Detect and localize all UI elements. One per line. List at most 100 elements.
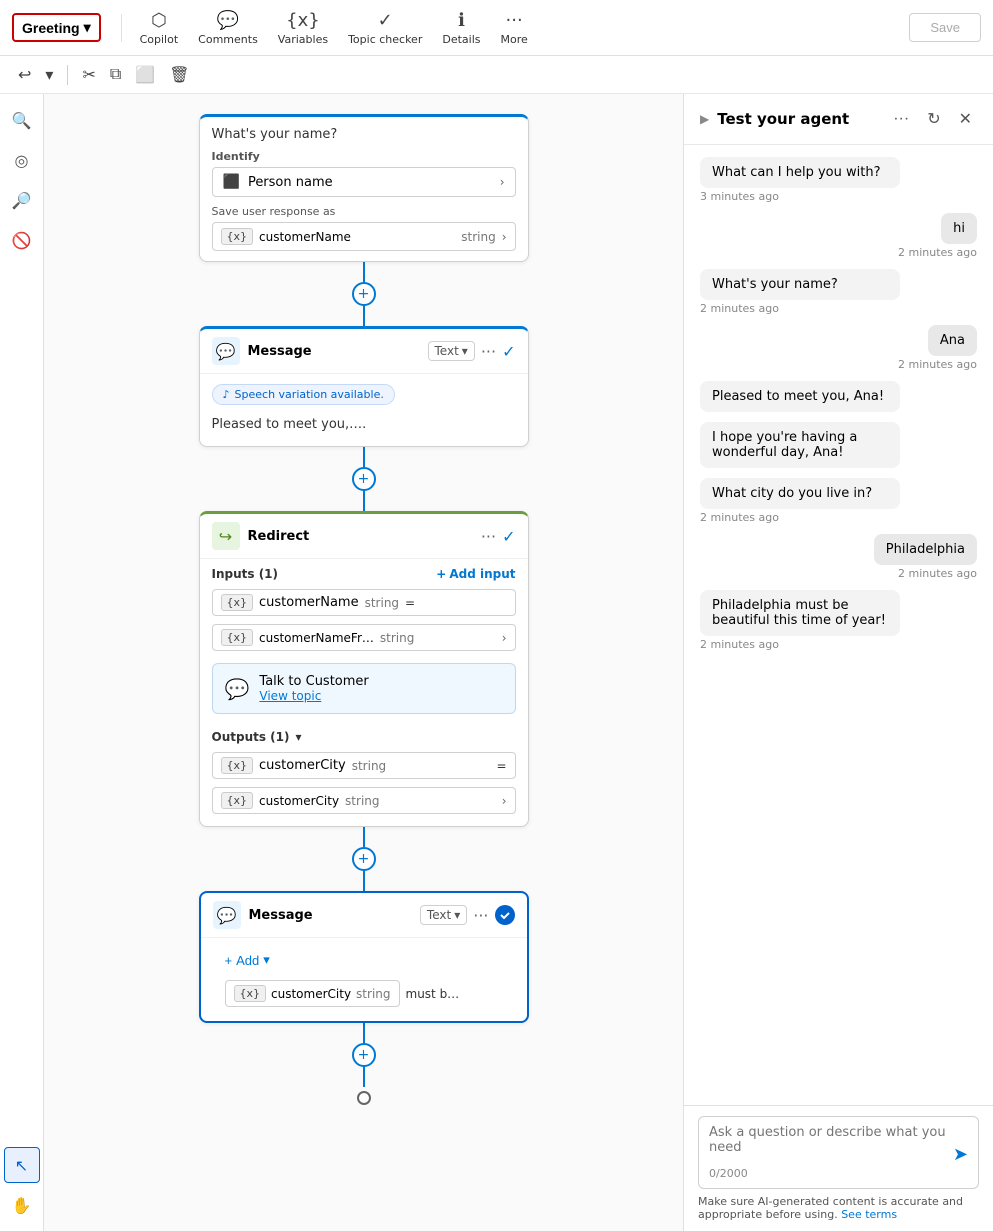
text-label-2: Text bbox=[427, 908, 451, 922]
chat-input-box: ➤ 0/2000 bbox=[698, 1116, 979, 1189]
output-var-1: customerCity bbox=[259, 758, 346, 773]
add-node-button-1[interactable]: + bbox=[352, 282, 376, 306]
identify-label: Identify bbox=[212, 150, 516, 163]
add-node-button-3[interactable]: + bbox=[352, 847, 376, 871]
chat-msg-7: What city do you live in? 2 minutes ago bbox=[700, 478, 977, 524]
chat-msg-8: Philadelphia 2 minutes ago bbox=[700, 534, 977, 580]
inputs-label: Inputs (1) bbox=[212, 567, 279, 581]
outputs-label: Outputs (1) bbox=[212, 730, 290, 744]
zoom-out-button[interactable]: 🔎 bbox=[4, 182, 40, 218]
text-dropdown-arrow-1: ▾ bbox=[462, 344, 468, 358]
output-row-1-inner[interactable]: {x} customerCity string = bbox=[212, 752, 516, 779]
chat-bubble-left-3: What's your name? bbox=[700, 269, 900, 300]
message-node-1-menu[interactable]: ··· bbox=[481, 342, 496, 361]
more-icon: ··· bbox=[506, 10, 523, 31]
identify-row[interactable]: ⬛ Person name › bbox=[212, 167, 516, 197]
chat-time-7: 2 minutes ago bbox=[700, 511, 977, 524]
message-node-2-body: + Add ▾ {x} customerCity string must b… bbox=[201, 938, 527, 1021]
main-layout: 🔍 ◎ 🔎 🚫 ↖ ✋ What's your name? Identify ⬛… bbox=[0, 94, 993, 1231]
add-row: + Add ▾ bbox=[213, 948, 515, 976]
input-var-2: customerNameFr… bbox=[259, 631, 374, 645]
details-button[interactable]: ℹ Details bbox=[432, 6, 490, 50]
copilot-button[interactable]: ⬡ Copilot bbox=[130, 6, 189, 50]
input-type-1: string bbox=[365, 596, 399, 610]
block-button[interactable]: 🚫 bbox=[4, 222, 40, 258]
chat-char-count: 0/2000 bbox=[709, 1167, 968, 1180]
input-var-badge-1: {x} bbox=[221, 594, 254, 611]
variables-button[interactable]: {x} Variables bbox=[268, 6, 338, 50]
connector-line bbox=[363, 1023, 365, 1043]
chat-bubble-left-6: I hope you're having a wonderful day, An… bbox=[700, 422, 900, 468]
cursor-button[interactable]: ↖ bbox=[4, 1147, 40, 1183]
add-node-button-end[interactable]: + bbox=[352, 1043, 376, 1067]
add-input-button[interactable]: + Add input bbox=[436, 567, 515, 581]
save-button[interactable]: Save bbox=[909, 13, 981, 42]
topic-checker-button[interactable]: ✓ Topic checker bbox=[338, 6, 432, 50]
see-terms-link[interactable]: See terms bbox=[841, 1208, 897, 1221]
connector-end: + bbox=[104, 1023, 623, 1109]
message-node-2-menu[interactable]: ··· bbox=[473, 906, 488, 925]
chat-bubble-left-7: What city do you live in? bbox=[700, 478, 900, 509]
chip-var[interactable]: {x} customerCity string bbox=[225, 980, 400, 1007]
delete-button[interactable]: 🗑 bbox=[163, 61, 195, 89]
text-dropdown-1[interactable]: Text ▾ bbox=[428, 341, 475, 361]
output-row-1: {x} customerCity string = bbox=[200, 748, 528, 783]
copy-button[interactable]: ⧉ bbox=[104, 62, 127, 88]
zoom-in-button[interactable]: 🔍 bbox=[4, 102, 40, 138]
message-node-1-check: ✓ bbox=[502, 342, 515, 361]
comments-button[interactable]: 💬 Comments bbox=[188, 6, 268, 50]
chat-msg-1: What can I help you with? 3 minutes ago bbox=[700, 157, 977, 203]
var-arrow-icon: › bbox=[502, 230, 507, 244]
left-sidebar: 🔍 ◎ 🔎 🚫 ↖ ✋ bbox=[0, 94, 44, 1231]
chat-input-inner: ➤ bbox=[709, 1125, 968, 1165]
greeting-button[interactable]: Greeting ▾ bbox=[12, 13, 101, 42]
topic-checker-icon: ✓ bbox=[378, 10, 393, 31]
message-icon-2: 💬 bbox=[213, 901, 241, 929]
chat-input-area: ➤ 0/2000 Make sure AI-generated content … bbox=[684, 1105, 993, 1231]
chat-time-9: 2 minutes ago bbox=[700, 638, 977, 651]
view-topic-link[interactable]: View topic bbox=[259, 689, 368, 703]
input-row-1-inner[interactable]: {x} customerName string = bbox=[212, 589, 516, 616]
message-node-2-check bbox=[495, 905, 515, 925]
add-button[interactable]: + Add ▾ bbox=[225, 952, 270, 968]
talk-box[interactable]: 💬 Talk to Customer View topic bbox=[212, 663, 516, 714]
save-response-row[interactable]: {x} customerName string › bbox=[212, 222, 516, 251]
talk-title: Talk to Customer bbox=[259, 674, 368, 689]
message-node-2-title: Message bbox=[249, 908, 412, 923]
message-icon-1: 💬 bbox=[212, 337, 240, 365]
text-dropdown-arrow-2: ▾ bbox=[454, 908, 460, 922]
chat-bubble-right-8: Philadelphia bbox=[874, 534, 977, 565]
target-button[interactable]: ◎ bbox=[4, 142, 40, 178]
chat-input[interactable] bbox=[709, 1125, 947, 1165]
output-var-badge-2: {x} bbox=[221, 792, 254, 809]
add-chevron: ▾ bbox=[263, 952, 270, 968]
output-row-2: {x} customerCity string › bbox=[200, 783, 528, 818]
undo-dropdown-button[interactable]: ▾ bbox=[39, 61, 59, 89]
redirect-node-menu[interactable]: ··· bbox=[481, 527, 496, 546]
var-type: string bbox=[461, 230, 495, 244]
output-row-2-inner[interactable]: {x} customerCity string › bbox=[212, 787, 516, 814]
chip-var-name: customerCity bbox=[271, 987, 351, 1001]
panel-refresh-button[interactable]: ↻ bbox=[922, 106, 945, 132]
paste-button[interactable]: ⬜ bbox=[129, 61, 161, 89]
canvas-area[interactable]: What's your name? Identify ⬛ Person name… bbox=[44, 94, 683, 1231]
plus-icon: + bbox=[436, 567, 446, 581]
chat-bubble-left-5: Pleased to meet you, Ana! bbox=[700, 381, 900, 412]
variables-icon: {x} bbox=[286, 10, 320, 31]
panel-close-button[interactable]: ✕ bbox=[954, 106, 977, 132]
input-row-2-inner[interactable]: {x} customerNameFr… string › bbox=[212, 624, 516, 651]
chat-time-8: 2 minutes ago bbox=[898, 567, 977, 580]
var-name: customerName bbox=[259, 230, 455, 244]
chip-row: {x} customerCity string must b… bbox=[213, 976, 515, 1011]
undo-button[interactable]: ↩ bbox=[12, 61, 37, 89]
right-panel: ▶ Test your agent ··· ↻ ✕ What can I hel… bbox=[683, 94, 993, 1231]
panel-more-button[interactable]: ··· bbox=[888, 107, 914, 131]
chat-send-button[interactable]: ➤ bbox=[953, 1144, 968, 1165]
outputs-chevron: ▾ bbox=[296, 730, 302, 744]
hand-button[interactable]: ✋ bbox=[4, 1187, 40, 1223]
more-button[interactable]: ··· More bbox=[491, 6, 538, 50]
connector-3: + bbox=[104, 827, 623, 891]
cut-button[interactable]: ✂ bbox=[76, 61, 101, 89]
text-dropdown-2[interactable]: Text ▾ bbox=[420, 905, 467, 925]
add-node-button-2[interactable]: + bbox=[352, 467, 376, 491]
